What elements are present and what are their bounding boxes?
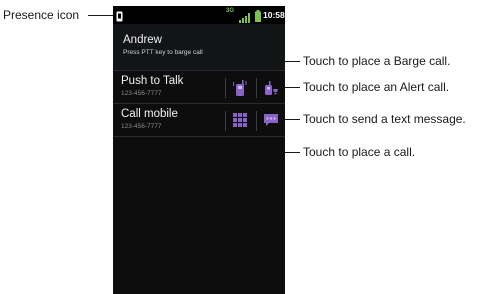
dialpad-icon[interactable] (229, 109, 251, 131)
barge-call-icon[interactable] (229, 77, 251, 99)
text-message-icon[interactable] (260, 109, 282, 131)
divider (225, 111, 226, 131)
contact-name: Andrew (123, 34, 162, 46)
status-bar: 3G 10:58 (113, 6, 285, 24)
text-message-callout: Touch to send a text message. (303, 112, 466, 126)
list-bottom-divider (113, 136, 285, 137)
contact-subtitle: Press PTT key to barge call (123, 49, 203, 56)
row-title: Push to Talk (121, 75, 184, 87)
signal-strength-icon (239, 10, 251, 23)
alert-call-callout: Touch to place an Alert call. (303, 80, 450, 94)
list-item-call-mobile[interactable]: Call mobile 123-456-7777 (113, 103, 285, 136)
alert-call-icon[interactable] (260, 77, 282, 99)
divider (256, 111, 257, 131)
divider (256, 78, 257, 98)
presence-leader-line (88, 15, 113, 16)
list-item-push-to-talk[interactable]: Push to Talk 123-456-7777 (113, 70, 285, 103)
row-number: 123-456-7777 (121, 123, 162, 130)
status-time: 10:58 (263, 10, 285, 20)
presence-icon[interactable] (116, 9, 124, 22)
presence-icon-callout: Presence icon (3, 8, 80, 22)
phone-screen: 3G 10:58 Andrew Press PTT key to barge c… (113, 6, 285, 294)
contact-header: Andrew Press PTT key to barge call (113, 24, 285, 70)
battery-icon (255, 9, 261, 22)
place-call-callout: Touch to place a call. (303, 145, 416, 159)
row-title: Call mobile (121, 108, 178, 120)
network-type-icon: 3G (226, 8, 235, 14)
divider (225, 78, 226, 98)
row-number: 123-456-7777 (121, 90, 162, 97)
barge-call-callout: Touch to place a Barge call. (303, 54, 451, 68)
